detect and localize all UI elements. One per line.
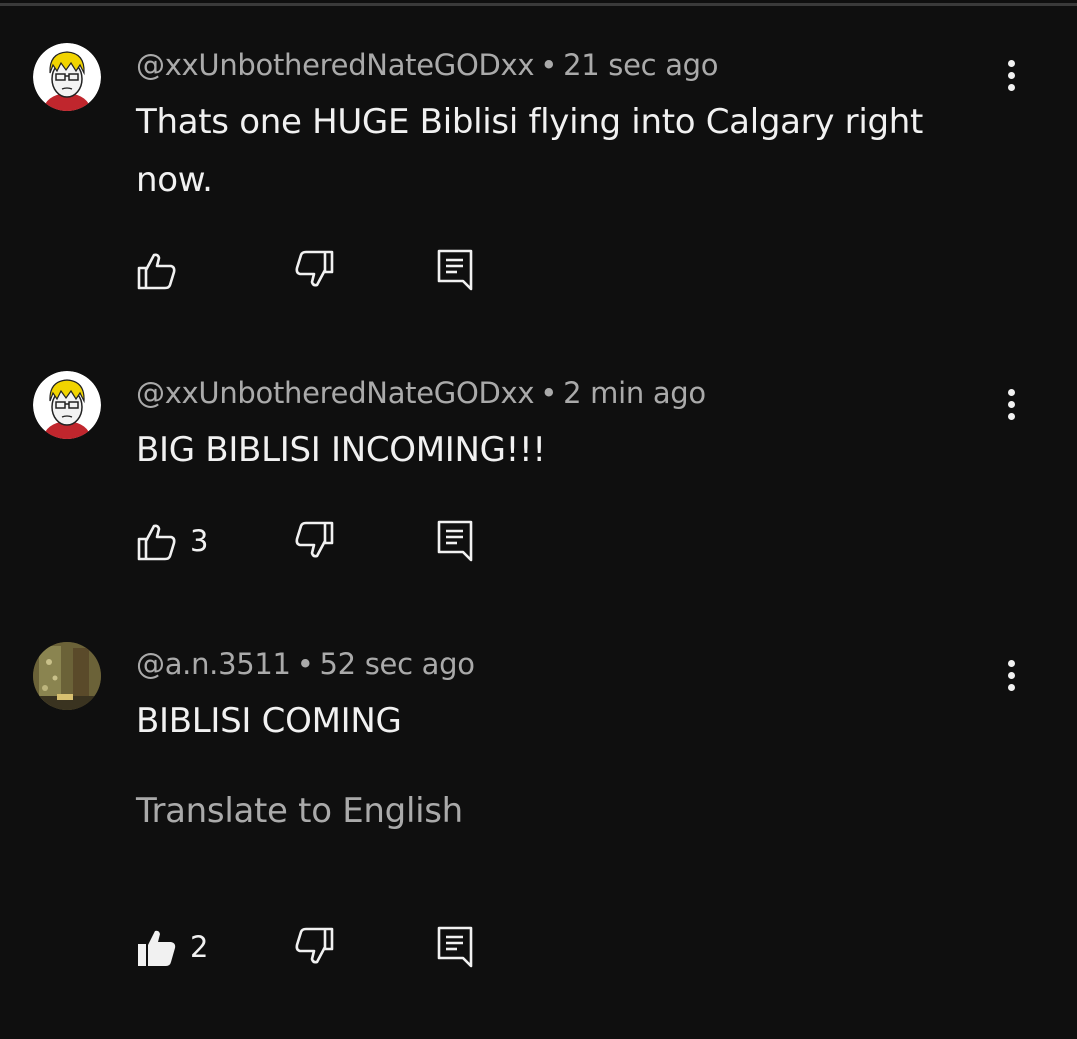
more-options-button[interactable] (996, 385, 1028, 425)
like-button[interactable] (136, 248, 190, 292)
comment-time[interactable]: 21 sec ago (563, 48, 718, 82)
reply-comment-icon (436, 519, 476, 563)
dislike-button[interactable] (293, 925, 335, 969)
more-options-button[interactable] (996, 56, 1028, 96)
reply-button[interactable] (436, 248, 476, 292)
dislike-button[interactable] (293, 248, 335, 292)
comment-actions: 2 (0, 925, 1077, 973)
comment-author[interactable]: @xxUnbotheredNateGODxx (136, 376, 535, 410)
comment-actions: 3 (0, 519, 1077, 567)
thumbs-up-icon (136, 249, 178, 291)
meta-separator: • (540, 376, 558, 410)
meta-separator: • (540, 48, 558, 82)
like-count: 3 (190, 524, 209, 558)
cartoon-avatar-icon[interactable] (33, 371, 101, 439)
more-options-button[interactable] (996, 656, 1028, 696)
cartoon-avatar-icon[interactable] (33, 43, 101, 111)
thumbs-down-icon (293, 926, 335, 968)
reply-comment-icon (436, 248, 476, 292)
comment-author[interactable]: @a.n.3511 (136, 647, 291, 681)
thumbs-down-icon (293, 520, 335, 562)
reply-button[interactable] (436, 925, 476, 969)
top-divider (0, 3, 1077, 6)
comment-text: BIBLISI COMING (136, 701, 402, 741)
reply-comment-icon (436, 925, 476, 969)
like-button[interactable]: 2 (136, 925, 208, 969)
thumbs-up-filled-icon (136, 926, 178, 968)
reply-button[interactable] (436, 519, 476, 563)
comment-meta: @xxUnbotheredNateGODxx • 2 min ago (136, 376, 706, 410)
photo-avatar-icon[interactable] (33, 642, 101, 710)
comment-text: BIG BIBLISI INCOMING!!! (136, 430, 546, 470)
thumbs-up-icon (136, 520, 178, 562)
dislike-button[interactable] (293, 519, 335, 563)
thumbs-down-icon (293, 249, 335, 291)
like-count: 2 (190, 930, 209, 964)
like-button[interactable]: 3 (136, 519, 208, 563)
translate-link[interactable]: Translate to English (136, 791, 463, 831)
comment-meta: @xxUnbotheredNateGODxx • 21 sec ago (136, 48, 719, 82)
comment-meta: @a.n.3511 • 52 sec ago (136, 647, 475, 681)
comment-time[interactable]: 2 min ago (563, 376, 706, 410)
comment-author[interactable]: @xxUnbotheredNateGODxx (136, 48, 535, 82)
comment-time[interactable]: 52 sec ago (320, 647, 475, 681)
comment-text: Thats one HUGE Biblisi flying into Calga… (136, 102, 924, 200)
comment-actions (0, 248, 1077, 296)
meta-separator: • (296, 647, 314, 681)
